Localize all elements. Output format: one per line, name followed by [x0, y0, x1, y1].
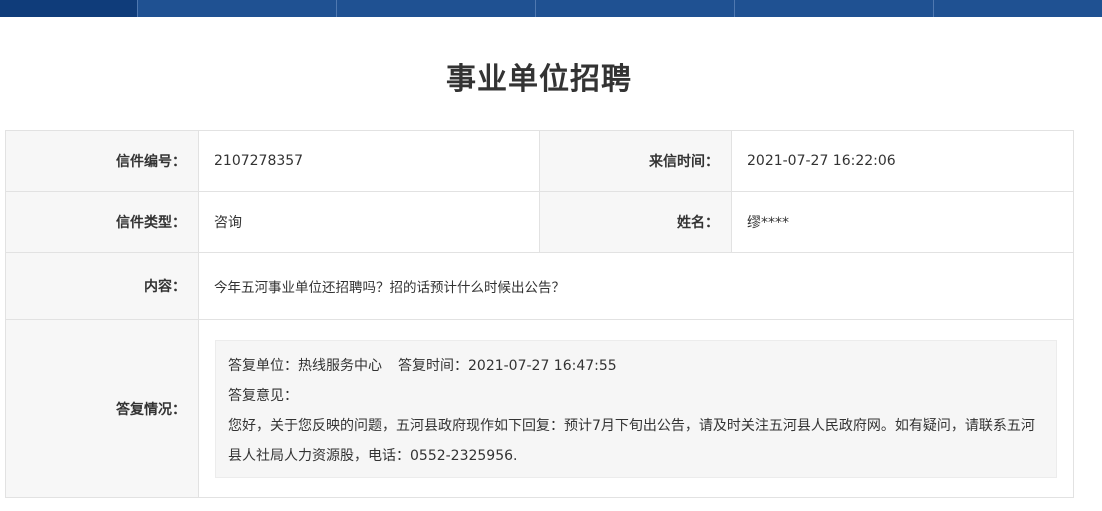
reply-time-value: 2021-07-27 16:47:55 — [468, 357, 617, 374]
reply-opinion-label: 答复意见： — [228, 387, 298, 404]
nav-item-4[interactable] — [535, 0, 735, 17]
page-title: 事业单位招聘 — [446, 62, 632, 97]
nav-item-3[interactable] — [336, 0, 536, 17]
letter-time-value: 2021-07-27 16:22:06 — [731, 130, 1074, 192]
reply-meta-line: 答复单位：热线服务中心 答复时间：2021-07-27 16:47:55 — [228, 351, 1044, 381]
content-label: 内容： — [5, 252, 199, 320]
reply-box: 答复单位：热线服务中心 答复时间：2021-07-27 16:47:55 答复意见… — [215, 339, 1057, 478]
letter-detail-table: 信件编号： 2107278357 来信时间： 2021-07-27 16:22:… — [5, 130, 1074, 498]
reply-unit-label: 答复单位： — [228, 357, 298, 374]
reply-time-label: 答复时间： — [398, 357, 468, 374]
nav-item-5[interactable] — [734, 0, 934, 17]
sender-name-label: 姓名： — [539, 191, 732, 253]
reply-label: 答复情况： — [5, 319, 199, 498]
table-row: 信件编号： 2107278357 来信时间： 2021-07-27 16:22:… — [5, 130, 1074, 192]
letter-type-value: 咨询 — [198, 191, 540, 253]
letter-number-value: 2107278357 — [198, 130, 540, 192]
nav-item-2[interactable] — [137, 0, 337, 17]
reply-unit-value: 热线服务中心 — [298, 357, 382, 374]
table-row: 内容： 今年五河事业单位还招聘吗？招的话预计什么时候出公告？ — [5, 252, 1074, 320]
letter-time-label: 来信时间： — [539, 130, 732, 192]
table-row: 信件类型： 咨询 姓名： 缪**** — [5, 191, 1074, 253]
content-value: 今年五河事业单位还招聘吗？招的话预计什么时候出公告？ — [198, 252, 1074, 320]
nav-item-6[interactable] — [933, 0, 1102, 17]
reply-cell: 答复单位：热线服务中心 答复时间：2021-07-27 16:47:55 答复意见… — [198, 319, 1074, 498]
reply-text: 您好，关于您反映的问题，五河县政府现作如下回复：预计7月下旬出公告，请及时关注五… — [228, 417, 1035, 464]
letter-type-label: 信件类型： — [5, 191, 199, 253]
nav-item-active[interactable] — [0, 0, 137, 17]
sender-name-value: 缪**** — [731, 191, 1074, 253]
letter-number-label: 信件编号： — [5, 130, 199, 192]
table-row: 答复情况： 答复单位：热线服务中心 答复时间：2021-07-27 16:47:5… — [5, 319, 1074, 498]
top-navigation-bar — [0, 0, 1102, 17]
